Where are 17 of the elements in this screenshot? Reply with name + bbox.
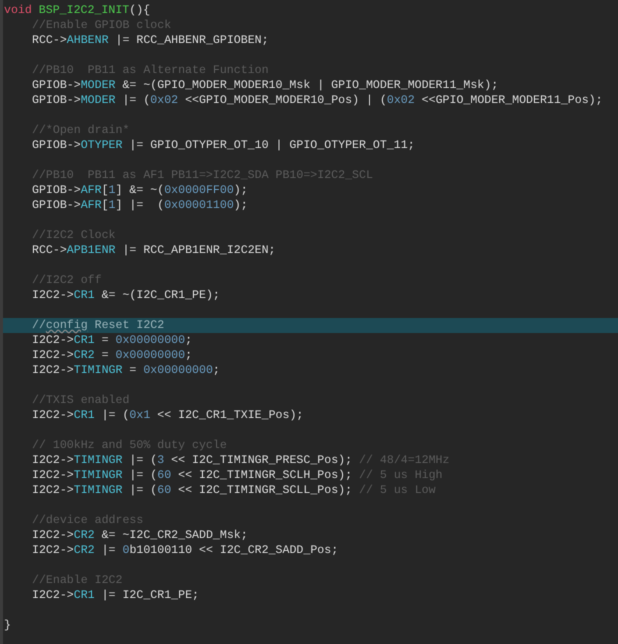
code-line: GPIOB->MODER |= (0x02 <<GPIO_MODER_MODER10_Pos) | (0x02 <<GPIO_MODER_MODER11_Pos);	[31, 93, 603, 108]
code-line: I2C2->CR2 |= 0b10100110 << I2C_CR2_SADD_Pos;	[31, 543, 338, 558]
code-line: I2C2->TIMINGR = 0x00000000;	[31, 363, 220, 378]
code-line: I2C2->CR1 |= (0x1 << I2C_CR1_TXIE_Pos);	[31, 408, 304, 423]
code-line: I2C2->CR1 |= I2C_CR1_PE;	[31, 588, 199, 603]
code-line: GPIOB->OTYPER |= GPIO_OTYPER_OT_10 | GPIO_OTYPER_OT_11;	[31, 138, 415, 153]
code-line: GPIOB->AFR[1] &= ~(0x0000FF00);	[31, 183, 248, 198]
code-line: GPIOB->MODER &= ~(GPIO_MODER_MODER10_Msk | GPIO_MODER_MODER11_Msk);	[31, 78, 498, 93]
code-line: GPIOB->AFR[1] |= (0x00001100);	[31, 198, 248, 213]
code-line: RCC->APB1ENR |= RCC_APB1ENR_I2C2EN;	[31, 243, 276, 258]
code-line: RCC->AHBENR |= RCC_AHBENR_GPIOBEN;	[31, 33, 269, 48]
code-line: }	[3, 618, 12, 633]
code-line: void BSP_I2C2_INIT(){	[3, 3, 150, 18]
code-line: I2C2->CR2 = 0x00000000;	[31, 348, 192, 363]
code-line: I2C2->CR2 &= ~I2C_CR2_SADD_Msk;	[31, 528, 248, 543]
code-line: I2C2->CR1 &= ~(I2C_CR1_PE);	[31, 288, 220, 303]
code-line: I2C2->CR1 = 0x00000000;	[31, 333, 192, 348]
